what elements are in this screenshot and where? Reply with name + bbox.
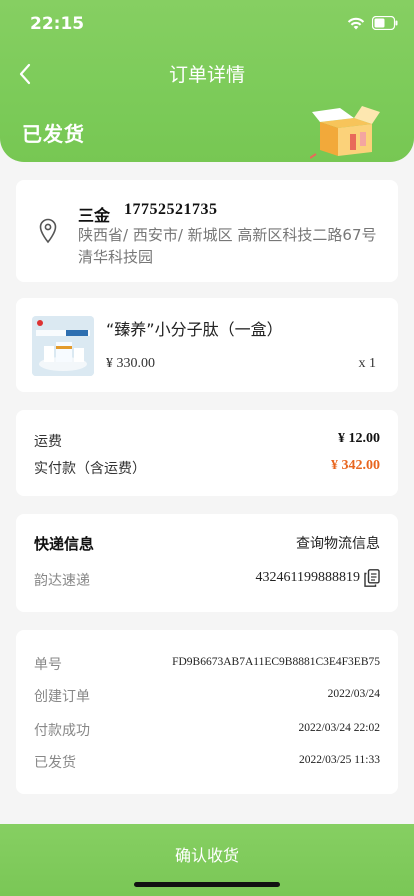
status-bar: 22:15 — [0, 0, 414, 48]
paid-time-value: 2022/03/24 22:02 — [298, 722, 380, 734]
status-time: 22:15 — [30, 14, 85, 34]
shipped-label: 已发货 — [34, 755, 76, 771]
address-card[interactable]: 三金 17752521735 陕西省/ 西安市/ 新城区 高新区科技二路67号清… — [16, 180, 398, 282]
order-number-value: FD9B6673AB7A11EC9B8881C3E4F3EB75 — [172, 656, 380, 668]
express-card: 快递信息 查询物流信息 韵达速递 432461199888819 — [16, 514, 398, 612]
location-icon — [39, 218, 57, 244]
product-name: “臻养”小分子肽（一盒） — [106, 320, 283, 339]
paid-time-label: 付款成功 — [34, 723, 90, 739]
shipped-value: 2022/03/25 11:33 — [298, 754, 380, 766]
order-info-card: 单号 FD9B6673AB7A11EC9B8881C3E4F3EB75 创建订单… — [16, 630, 398, 794]
package-box-icon — [310, 106, 380, 159]
confirm-receipt-label: 确认收货 — [174, 846, 239, 865]
product-image — [32, 316, 94, 376]
express-title: 快递信息 — [34, 535, 95, 553]
recipient-address: 陕西省/ 西安市/ 新城区 高新区科技二路67号清华科技园 — [78, 226, 377, 266]
order-status-title: 已发货 — [22, 122, 85, 146]
express-company: 韵达速递 — [34, 573, 90, 589]
fee-card: 运费 ¥ 12.00 实付款（含运费） ¥ 342.00 — [16, 410, 398, 496]
tracking-number: 432461199888819 — [255, 570, 360, 585]
copy-icon[interactable] — [364, 569, 380, 587]
paid-row: 付款成功 2022/03/24 22:02 — [34, 720, 380, 740]
created-value: 2022/03/24 — [327, 688, 380, 700]
product-price: ¥ 330.00 — [106, 356, 155, 371]
product-quantity: x 1 — [358, 356, 377, 371]
recipient-phone: 17752521735 — [124, 201, 218, 218]
wifi-icon — [347, 17, 365, 30]
freight-value: ¥ 12.00 — [338, 431, 380, 446]
shipped-row: 已发货 2022/03/25 11:33 — [34, 752, 380, 772]
order-number-row: 单号 FD9B6673AB7A11EC9B8881C3E4F3EB75 — [34, 654, 380, 674]
track-shipment-link[interactable]: 查询物流信息 — [296, 533, 380, 553]
battery-icon — [372, 16, 398, 30]
freight-label: 运费 — [34, 434, 62, 450]
order-number-label: 单号 — [34, 657, 62, 673]
paid-value: ¥ 342.00 — [331, 458, 380, 473]
product-card[interactable]: “臻养”小分子肽（一盒） ¥ 330.00 x 1 — [16, 298, 398, 392]
created-label: 创建订单 — [34, 689, 90, 705]
page-title: 订单详情 — [168, 64, 245, 86]
recipient-name: 三金 — [78, 206, 111, 225]
paid-label: 实付款（含运费） — [34, 461, 146, 477]
product-image-art — [32, 316, 94, 376]
home-indicator — [134, 882, 280, 887]
header: 22:15 订单详情 已发货 — [0, 0, 414, 162]
created-row: 创建订单 2022/03/24 — [34, 686, 380, 706]
